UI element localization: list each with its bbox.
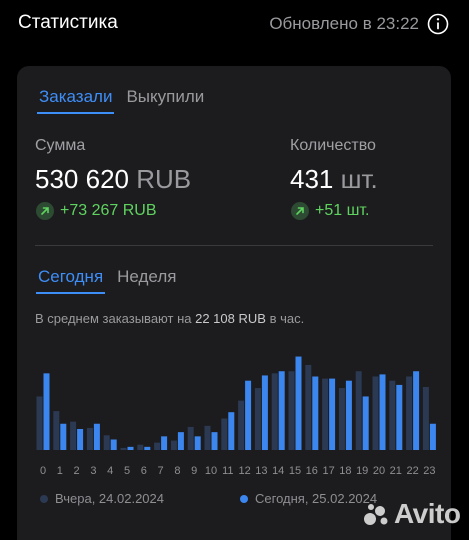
legend-dot-yesterday [40, 494, 48, 503]
tab-ordered[interactable]: Заказали [37, 86, 115, 114]
divider [35, 245, 433, 246]
period-tabs: Сегодня Неделя [36, 266, 178, 294]
info-circle-icon[interactable] [427, 13, 449, 35]
legend-label-yesterday: Вчера, 24.02.2024 [55, 491, 164, 506]
average-suffix: в час. [269, 311, 305, 326]
tab-week[interactable]: Неделя [115, 266, 178, 292]
avito-logo-icon [364, 504, 388, 525]
sum-amount: 530 620 [35, 164, 129, 194]
page-title: Статистика [18, 12, 118, 33]
count-unit: шт. [340, 164, 378, 194]
tab-bought-out[interactable]: Выкупили [124, 86, 206, 112]
count-value: 431 шт. [290, 164, 378, 195]
count-delta-value: +51 шт. [315, 202, 370, 219]
sum-value: 530 620 RUB [35, 164, 191, 195]
metric-tabs: Заказали Выкупили [37, 86, 206, 114]
sum-delta: +73 267 RUB [36, 202, 157, 220]
sum-unit: RUB [136, 164, 192, 194]
average-text: В среднем заказывают на 22 108 RUB в час… [35, 311, 304, 326]
header: Статистика Обновлено в 23:22 [0, 0, 469, 52]
count-label: Количество [290, 137, 376, 154]
legend-yesterday: Вчера, 24.02.2024 [40, 491, 164, 506]
sum-delta-value: +73 267 RUB [60, 202, 157, 219]
avito-logo-text: Avito [394, 498, 461, 529]
sum-label: Сумма [35, 137, 86, 154]
average-prefix: В среднем заказывают на [35, 311, 192, 326]
legend-label-today: Сегодня, 25.02.2024 [255, 491, 378, 506]
statistics-card: Заказали Выкупили Сумма 530 620 RUB +73 … [17, 66, 451, 540]
legend-dot-today [240, 494, 248, 503]
avito-watermark: Avito [362, 498, 461, 529]
average-amount: 22 108 RUB [195, 311, 266, 326]
arrow-up-right-icon [36, 202, 54, 220]
updated-time: Обновлено в 23:22 [269, 14, 419, 33]
count-delta: +51 шт. [291, 202, 369, 220]
tab-today[interactable]: Сегодня [36, 266, 106, 294]
arrow-up-right-icon [291, 202, 309, 220]
count-amount: 431 [290, 164, 334, 194]
legend-today: Сегодня, 25.02.2024 [240, 491, 377, 506]
